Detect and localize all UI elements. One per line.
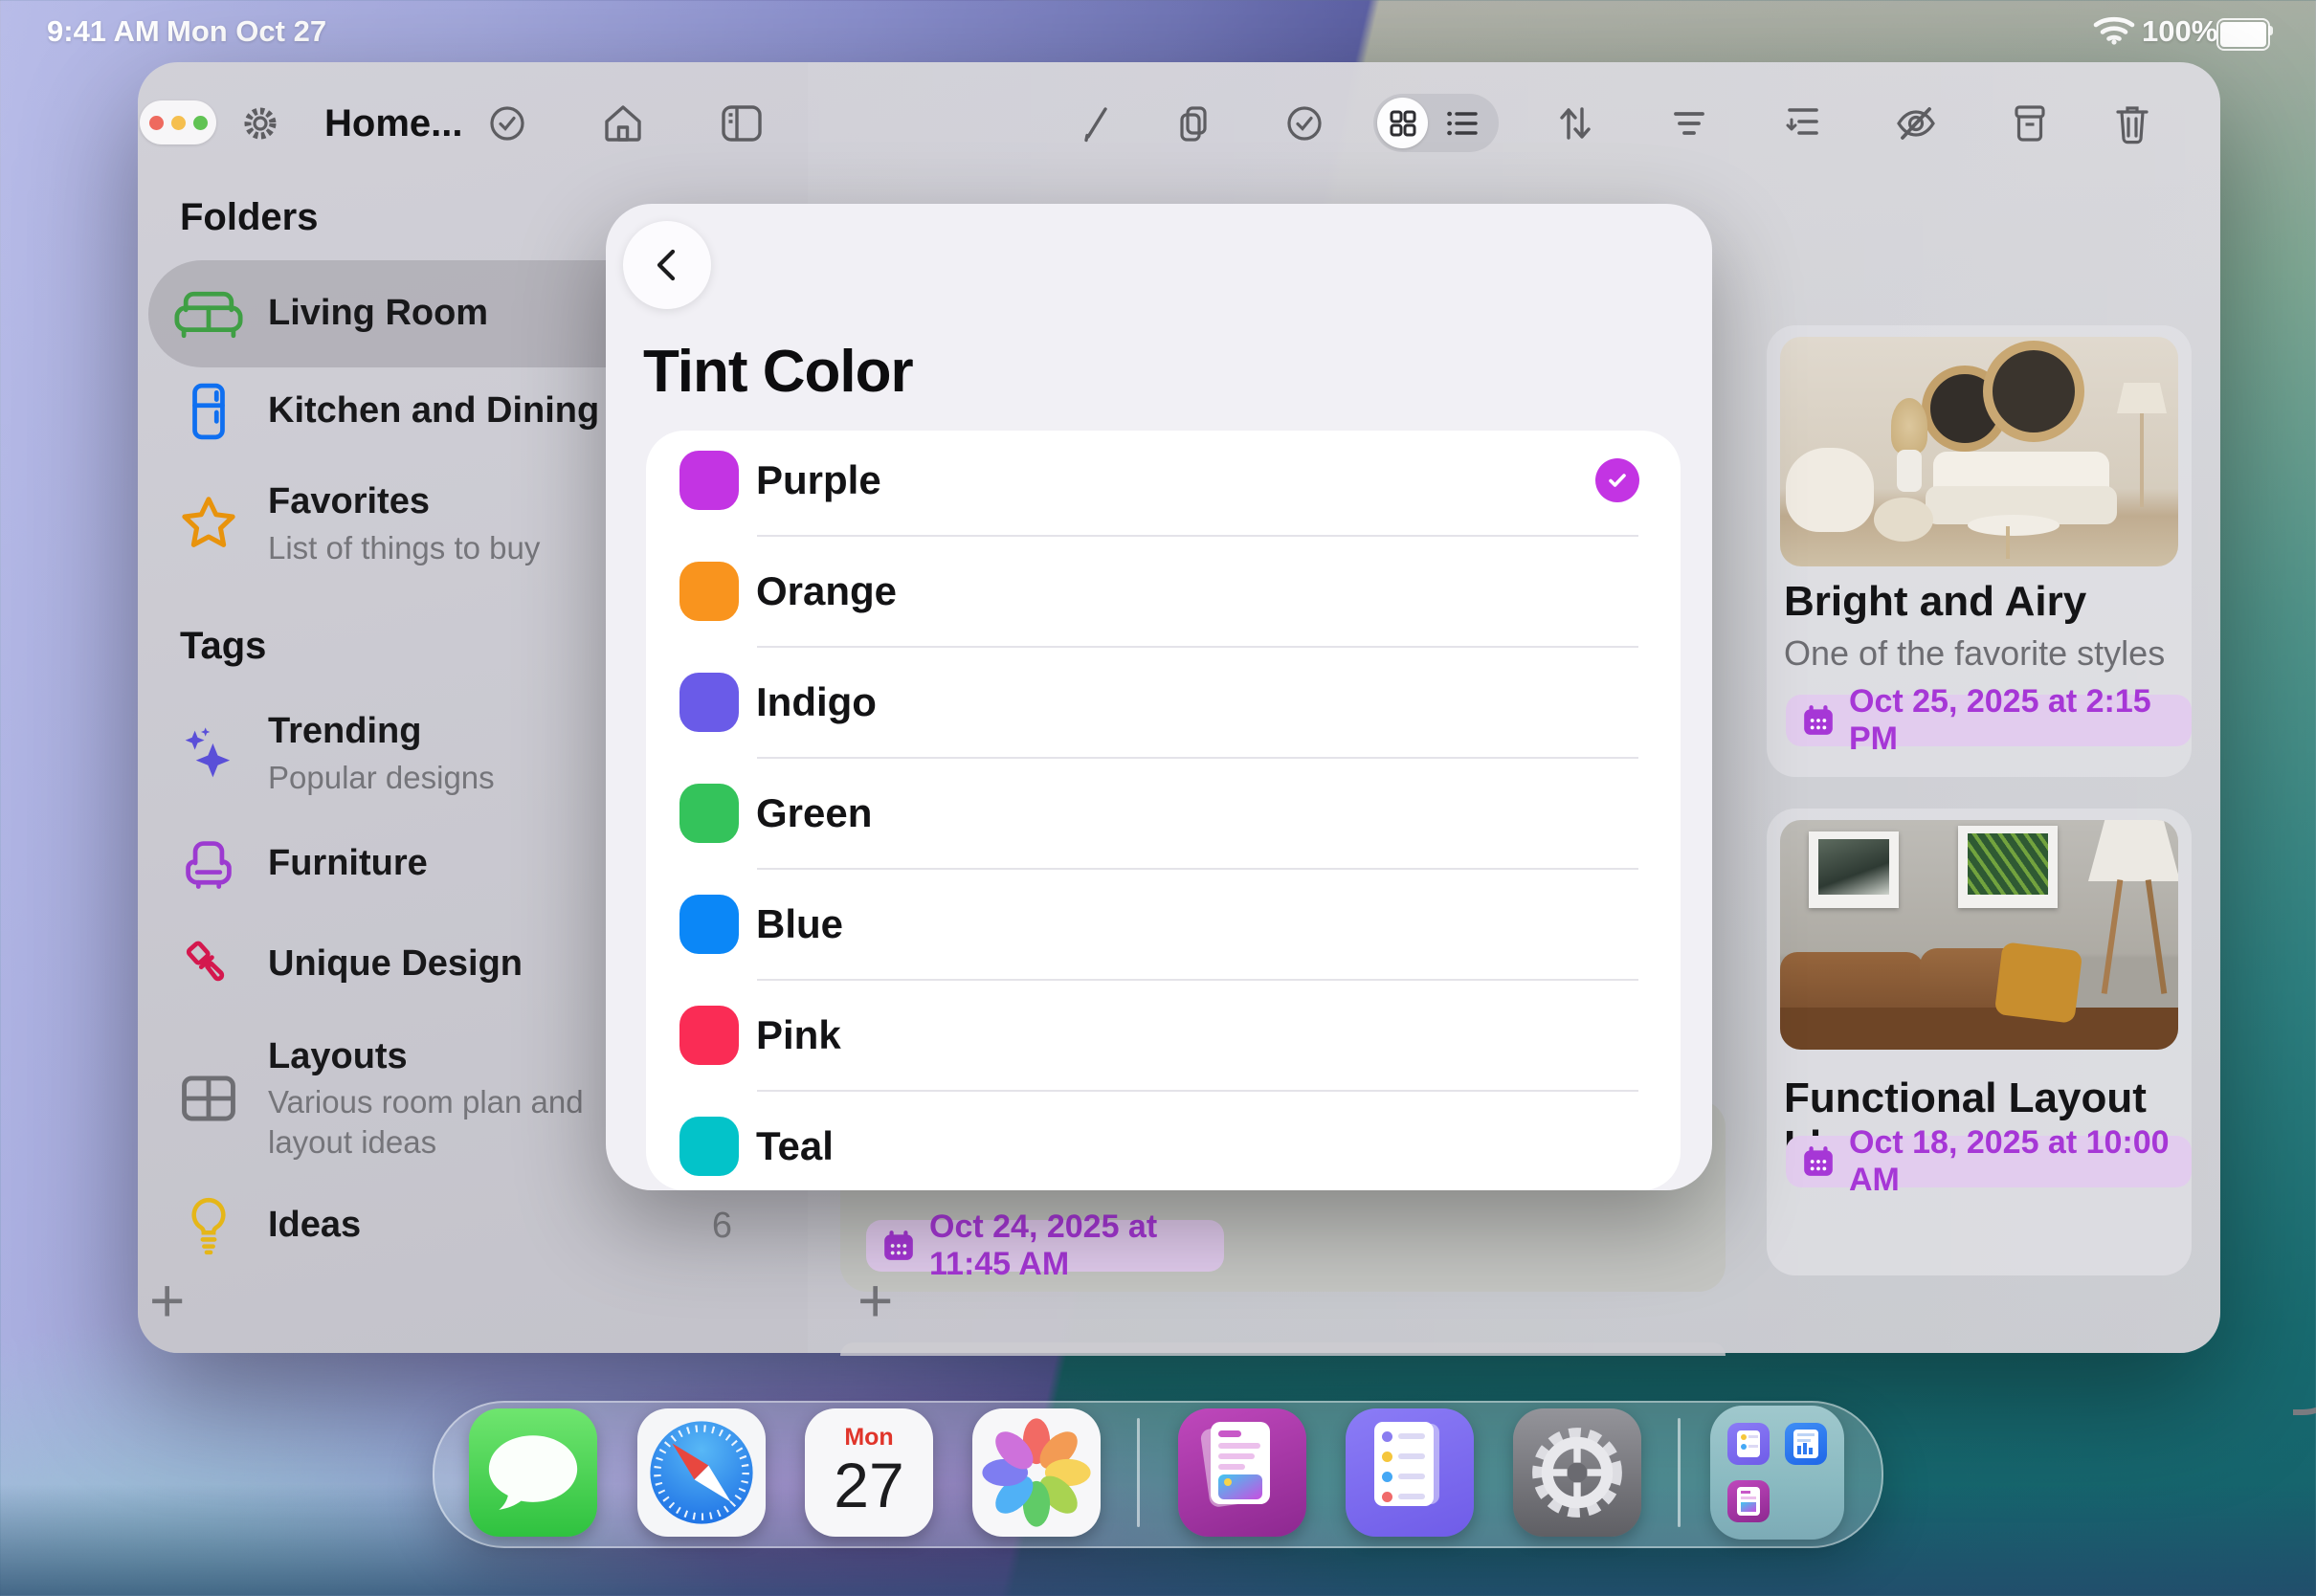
window-controls[interactable]: [140, 100, 216, 144]
tint-option-teal[interactable]: Teal: [646, 1097, 1681, 1190]
window-title[interactable]: Home...: [324, 102, 462, 145]
hide-eye-slash-button[interactable]: [1893, 101, 1939, 145]
tint-option-indigo[interactable]: Indigo: [646, 653, 1681, 752]
dock-divider: [1678, 1418, 1681, 1527]
custom-filter-button[interactable]: [1779, 101, 1825, 145]
tint-option-purple[interactable]: Purple: [646, 431, 1681, 530]
safari-app-icon[interactable]: [637, 1408, 766, 1537]
calendar-icon: [881, 1229, 916, 1263]
sidebar-add-button[interactable]: +: [149, 1270, 185, 1331]
separator: [757, 535, 1638, 537]
photos-app-icon[interactable]: [972, 1408, 1101, 1537]
settings-app-icon[interactable]: [1513, 1408, 1641, 1537]
lightbulb-icon: [148, 1194, 268, 1257]
list-view-icon[interactable]: [1428, 109, 1499, 138]
color-swatch: [679, 1006, 739, 1065]
sort-arrows-button[interactable]: [1552, 101, 1598, 145]
color-swatch: [679, 451, 739, 510]
item-subtitle: Popular designs: [268, 758, 495, 798]
messages-app-icon[interactable]: [469, 1408, 597, 1537]
tint-option-pink[interactable]: Pink: [646, 986, 1681, 1085]
duplicate-button[interactable]: [1170, 101, 1216, 145]
sidebar-folders-header: Folders: [180, 196, 318, 239]
paintbrush-icon: [148, 936, 268, 993]
battery-tip: [2268, 26, 2273, 35]
apps-folder-icon[interactable]: [1710, 1406, 1844, 1540]
separator: [757, 979, 1638, 981]
star-icon: [148, 494, 268, 555]
mini-report-app-icon: [1785, 1423, 1827, 1465]
calendar-icon: [1801, 703, 1836, 738]
color-swatch: [679, 673, 739, 732]
color-swatch: [679, 562, 739, 621]
card-date-badge: Oct 18, 2025 at 10:00 AM: [1786, 1136, 2192, 1187]
fridge-icon: [148, 382, 268, 441]
ideas-count-badge: 6: [712, 1206, 732, 1247]
hidden-card-date-badge: Oct 24, 2025 at 11:45 AM: [866, 1220, 1224, 1272]
status-time: 9:41 AM: [47, 14, 160, 49]
card-image-living-room: [1780, 337, 2178, 566]
settings-gear-button[interactable]: [237, 101, 283, 145]
separator: [757, 757, 1638, 759]
separator: [757, 1090, 1638, 1092]
tint-color-modal: Tint Color Purple Orange Indigo Green B: [606, 204, 1712, 1190]
separator: [757, 868, 1638, 870]
note-card-functional-layout[interactable]: Functional Layout Idea Oct 18, 2025 at 1…: [1767, 809, 2192, 1275]
dock-divider: [1137, 1418, 1140, 1527]
color-swatch: [679, 1117, 739, 1176]
hidden-note-card-next: [840, 1342, 1726, 1356]
tint-color-list: Purple Orange Indigo Green Blue: [646, 431, 1681, 1190]
wifi-icon: [2092, 13, 2136, 54]
back-button[interactable]: [623, 221, 711, 309]
note-card-bright-and-airy[interactable]: Bright and Airy One of the favorite styl…: [1767, 325, 2192, 777]
status-bar: 9:41 AM Mon Oct 27 100%: [0, 0, 2316, 57]
filter-lines-button[interactable]: [1666, 101, 1712, 145]
close-window-dot[interactable]: [149, 116, 164, 130]
couch-icon: [148, 286, 268, 342]
battery-icon: [2216, 18, 2270, 51]
sidebar-toggle-button[interactable]: [719, 101, 765, 145]
trash-button[interactable]: [2109, 101, 2155, 145]
selected-checkmark-icon: [1595, 458, 1639, 502]
select-checkmark-button[interactable]: [484, 101, 530, 145]
calendar-app-icon[interactable]: Mon 27: [805, 1408, 933, 1537]
edit-pencil-button[interactable]: [1073, 101, 1119, 145]
grid-view-icon[interactable]: [1377, 98, 1428, 148]
modal-title: Tint Color: [643, 338, 913, 406]
zoom-window-dot[interactable]: [193, 116, 208, 130]
sidebar-tags-header: Tags: [180, 625, 266, 668]
window-resize-handle[interactable]: [2293, 1356, 2316, 1415]
armchair-icon: [148, 835, 268, 893]
journal-app-icon[interactable]: [1178, 1408, 1306, 1537]
home-button[interactable]: [600, 101, 646, 145]
card-date-badge: Oct 25, 2025 at 2:15 PM: [1786, 695, 2192, 746]
status-date: Mon Oct 27: [167, 14, 326, 49]
checklist-app-icon[interactable]: [1346, 1408, 1474, 1537]
chevron-left-icon: [649, 244, 685, 286]
minimize-window-dot[interactable]: [171, 116, 186, 130]
battery-percent: 100%: [2142, 14, 2217, 49]
tint-option-green[interactable]: Green: [646, 764, 1681, 863]
item-subtitle: Various room plan and layout ideas: [268, 1082, 651, 1162]
calendar-icon: [1801, 1144, 1836, 1179]
color-swatch: [679, 784, 739, 843]
item-subtitle: List of things to buy: [268, 528, 540, 568]
content-add-button[interactable]: +: [857, 1270, 893, 1331]
mini-journal-app-icon: [1727, 1480, 1770, 1522]
grid-icon: [148, 1072, 268, 1125]
archive-button[interactable]: [2007, 101, 2053, 145]
view-mode-segmented-control[interactable]: [1373, 94, 1499, 152]
tint-option-orange[interactable]: Orange: [646, 542, 1681, 641]
card-image-leather-sofa: [1780, 820, 2178, 1050]
color-swatch: [679, 895, 739, 954]
mini-checklist-app-icon: [1727, 1423, 1770, 1465]
separator: [757, 646, 1638, 648]
sparkles-icon: [148, 724, 268, 784]
tint-option-blue[interactable]: Blue: [646, 875, 1681, 974]
complete-checkmark-button[interactable]: [1281, 101, 1327, 145]
